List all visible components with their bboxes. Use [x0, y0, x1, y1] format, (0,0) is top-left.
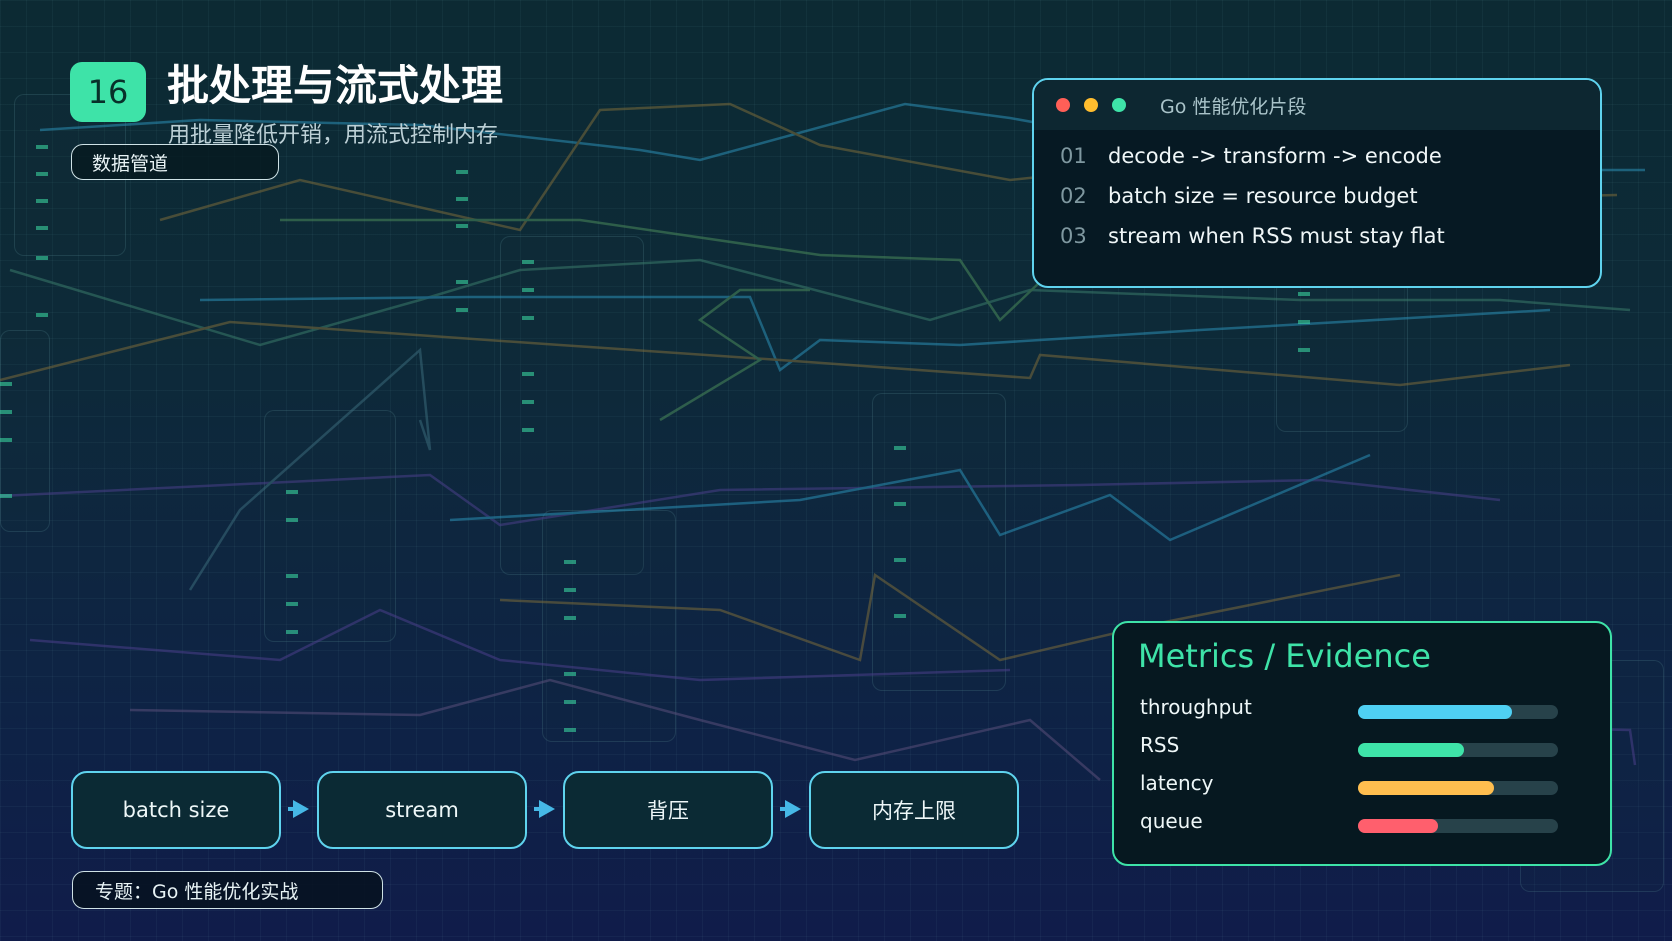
code-window-title: Go 性能优化片段	[1160, 95, 1307, 118]
topic-footer: 专题：Go 性能优化实战	[72, 871, 383, 909]
minimize-dot-icon[interactable]	[1084, 98, 1098, 112]
pipeline-step-label: 背压	[647, 799, 689, 823]
code-window: Go 性能优化片段 01 decode -> transform -> encod…	[1032, 78, 1602, 288]
section-tag: 数据管道	[71, 144, 279, 180]
metric-label: queue	[1140, 809, 1203, 833]
arrow-right-icon	[785, 800, 801, 818]
metric-label: RSS	[1140, 733, 1180, 757]
section-tag-label: 数据管道	[92, 152, 169, 175]
metric-bar-track	[1358, 705, 1558, 719]
metric-bar-fill	[1358, 743, 1464, 757]
close-dot-icon[interactable]	[1056, 98, 1070, 112]
pipeline-step-label: stream	[385, 798, 459, 822]
metric-label: throughput	[1140, 695, 1252, 719]
pipeline-step-batch-size: batch size	[71, 771, 281, 849]
maximize-dot-icon[interactable]	[1112, 98, 1126, 112]
topic-label: 专题：Go 性能优化实战	[95, 880, 299, 903]
pipeline-step-stream: stream	[317, 771, 527, 849]
metric-bar-track	[1358, 743, 1558, 757]
code-text: batch size = resource budget	[1108, 184, 1418, 208]
pipeline-step-label: batch size	[122, 798, 230, 822]
metric-bar-fill	[1358, 781, 1494, 795]
arrow-right-icon	[539, 800, 555, 818]
line-number: 03	[1060, 224, 1087, 248]
line-number: 01	[1060, 144, 1087, 168]
pipeline-step-memory-limit: 内存上限	[809, 771, 1019, 849]
arrow-right-icon	[293, 800, 309, 818]
code-text: decode -> transform -> encode	[1108, 144, 1442, 168]
metric-bar-track	[1358, 819, 1558, 833]
metric-bar-track	[1358, 781, 1558, 795]
pipeline-step-label: 内存上限	[872, 799, 956, 823]
metrics-panel: Metrics / Evidence throughput RSS latenc…	[1112, 621, 1612, 866]
code-window-header: Go 性能优化片段	[1034, 80, 1600, 130]
code-text: stream when RSS must stay flat	[1108, 224, 1445, 248]
metric-bar-fill	[1358, 819, 1438, 833]
metrics-title: Metrics / Evidence	[1138, 637, 1431, 675]
code-line: 02 batch size = resource budget	[1060, 184, 1418, 208]
metric-label: latency	[1140, 771, 1214, 795]
page-title: 批处理与流式处理	[167, 61, 504, 110]
code-line: 03 stream when RSS must stay flat	[1060, 224, 1445, 248]
code-line: 01 decode -> transform -> encode	[1060, 144, 1442, 168]
slide-number-badge: 16	[70, 62, 146, 122]
pipeline-step-backpressure: 背压	[563, 771, 773, 849]
line-number: 02	[1060, 184, 1087, 208]
metric-bar-fill	[1358, 705, 1512, 719]
